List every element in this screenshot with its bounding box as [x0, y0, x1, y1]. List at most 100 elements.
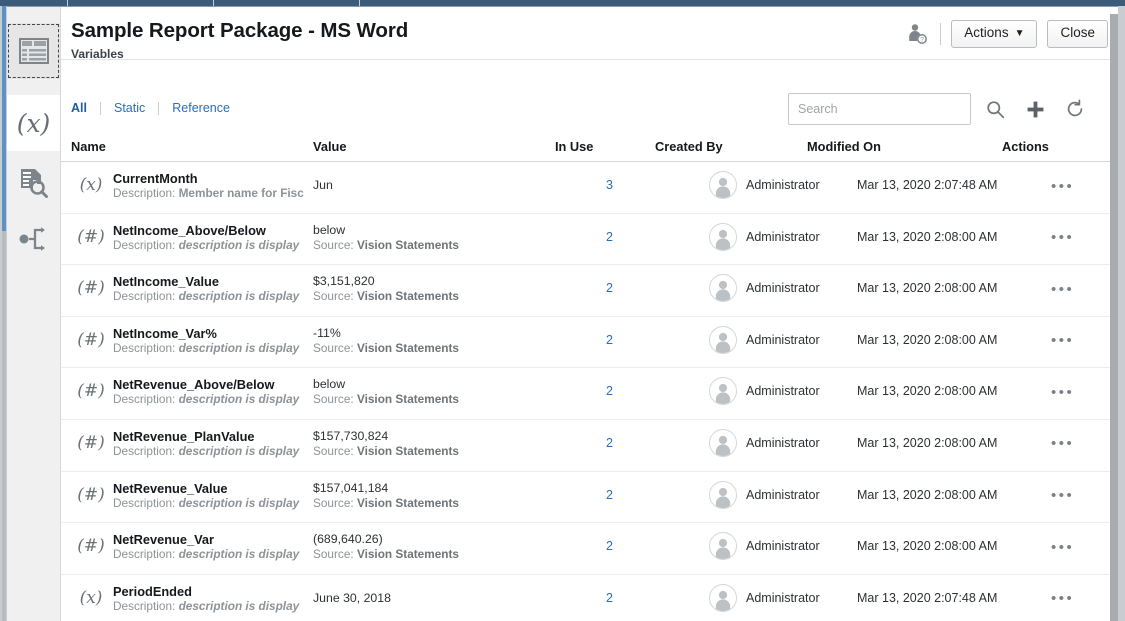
description-value: description is display — [178, 443, 300, 458]
variable-type-filter: All Static Reference — [71, 101, 243, 115]
in-use-count-link[interactable]: 2 — [606, 488, 613, 502]
in-use-count-link[interactable]: 2 — [606, 333, 613, 347]
column-header-name: Name — [71, 139, 106, 154]
description-label: Description: — [113, 547, 176, 562]
variable-source: Source: Vision Statements — [313, 289, 588, 304]
table-row[interactable]: (#) NetIncome_Var% Description: descriptio… — [61, 317, 1110, 369]
row-actions-button[interactable]: ••• — [1051, 176, 1085, 196]
actions-button[interactable]: Actions ▼ — [951, 20, 1038, 48]
column-header-in-use: In Use — [555, 139, 594, 154]
created-by-cell: Administrator — [709, 428, 820, 457]
variable-value: (689,640.26) — [313, 532, 383, 547]
close-button[interactable]: Close — [1047, 20, 1108, 48]
ellipsis-icon: ••• — [1051, 229, 1075, 247]
created-by-cell: Administrator — [709, 377, 820, 406]
created-by-name: Administrator — [746, 539, 820, 554]
variable-type-icon: (#) — [77, 432, 105, 453]
variable-name-cell: PeriodEnded Description: description is d… — [113, 584, 323, 614]
description-label: Description: — [113, 340, 176, 355]
table-row[interactable]: (#) NetRevenue_Above/Below Description: de… — [61, 368, 1110, 420]
filter-reference[interactable]: Reference — [159, 101, 243, 115]
row-actions-button[interactable]: ••• — [1051, 537, 1085, 557]
modified-on-value: Mar 13, 2020 2:07:48 AM — [857, 590, 998, 605]
column-header-created-by: Created By — [655, 139, 723, 154]
chevron-down-icon: ▼ — [1014, 28, 1025, 39]
variable-name-cell: NetIncome_Var% Description: description i… — [113, 326, 323, 356]
row-actions-button[interactable]: ••• — [1051, 382, 1085, 402]
refresh-icon[interactable] — [1059, 93, 1091, 125]
description-label: Description: — [113, 495, 176, 510]
sidebar-item-workflow[interactable] — [7, 211, 60, 267]
add-icon[interactable] — [1019, 93, 1051, 125]
table-row[interactable]: (x) PeriodEnded Description: description i… — [61, 575, 1110, 621]
table-row[interactable]: (#) NetRevenue_Var Description: descriptio… — [61, 523, 1110, 575]
created-by-name: Administrator — [746, 590, 820, 605]
variable-name-cell: NetRevenue_Above/Below Description: descr… — [113, 377, 323, 407]
variable-type-icon: (#) — [77, 329, 105, 350]
table-row[interactable]: (#) NetRevenue_PlanValue Description: desc… — [61, 420, 1110, 472]
variable-name-cell: NetIncome_Value Description: description … — [113, 274, 323, 304]
in-use-count-link[interactable]: 2 — [606, 591, 613, 605]
in-use-count-link[interactable]: 2 — [606, 384, 613, 398]
source-label: Source: — [313, 237, 354, 252]
created-by-name: Administrator — [746, 487, 820, 502]
variable-value-cell: below Source: Vision Statements — [309, 377, 588, 408]
in-use-count-link[interactable]: 2 — [606, 281, 613, 295]
variable-value: $3,151,820 — [313, 274, 375, 289]
variable-description: Description: description is display — [113, 289, 323, 304]
in-use-count-link[interactable]: 2 — [606, 539, 613, 553]
row-actions-button[interactable]: ••• — [1051, 589, 1085, 609]
created-by-name: Administrator — [746, 178, 820, 192]
modified-on-value: Mar 13, 2020 2:08:00 AM — [857, 229, 998, 244]
sidebar-item-variables[interactable]: (𝑥) — [7, 95, 60, 151]
table-header-row: Name Value In Use Created By Modified On… — [61, 133, 1110, 162]
row-actions-button[interactable]: ••• — [1051, 331, 1085, 351]
variable-name-cell: NetRevenue_PlanValue Description: descrip… — [113, 429, 323, 459]
table-row[interactable]: (x) CurrentMonth Description: Member name … — [61, 162, 1110, 214]
description-value: description is display — [178, 547, 300, 562]
created-by-cell: Administrator — [709, 222, 820, 251]
row-actions-button[interactable]: ••• — [1051, 486, 1085, 506]
in-use-count-link[interactable]: 3 — [606, 178, 613, 192]
modified-on-value: Mar 13, 2020 2:07:48 AM — [857, 178, 998, 192]
filter-static[interactable]: Static — [101, 101, 158, 115]
created-by-cell: Administrator — [709, 171, 820, 199]
table-row[interactable]: (#) NetIncome_Value Description: descripti… — [61, 265, 1110, 317]
table-row[interactable]: (#) NetIncome_Above/Below Description: des… — [61, 214, 1110, 266]
variable-name: CurrentMonth — [113, 171, 198, 186]
variable-name: NetIncome_Above/Below — [113, 222, 266, 238]
row-actions-button[interactable]: ••• — [1051, 228, 1085, 248]
ellipsis-icon: ••• — [1051, 435, 1075, 453]
column-header-actions: Actions — [1002, 139, 1049, 154]
user-permissions-icon[interactable]: ? — [904, 21, 930, 47]
variable-type-icon: (x) — [79, 587, 103, 608]
column-header-modified-on: Modified On — [807, 139, 881, 154]
avatar — [709, 480, 737, 509]
sidebar-item-report-center[interactable] — [7, 23, 60, 79]
sidebar-item-review-document[interactable] — [7, 155, 60, 211]
in-use-count-link[interactable]: 2 — [606, 436, 613, 450]
table-row[interactable]: (#) NetRevenue_Value Description: descript… — [61, 472, 1110, 524]
variable-description: Description: description is display — [113, 392, 323, 407]
description-label: Description: — [113, 237, 176, 252]
vertical-scrollbar[interactable] — [1110, 14, 1118, 621]
source-value: Vision Statements — [356, 547, 459, 562]
variable-type-icon: (#) — [77, 484, 105, 505]
search-cluster — [788, 93, 1091, 125]
created-by-name: Administrator — [746, 384, 820, 399]
content-pane: Sample Report Package - MS Word Variable… — [61, 7, 1118, 621]
variable-description: Description: description is display — [113, 444, 323, 459]
row-actions-button[interactable]: ••• — [1051, 434, 1085, 454]
row-actions-button[interactable]: ••• — [1051, 279, 1085, 299]
avatar — [709, 274, 737, 303]
actions-button-label: Actions — [964, 25, 1009, 40]
avatar — [709, 583, 737, 612]
filter-all[interactable]: All — [71, 101, 100, 115]
search-input[interactable] — [788, 93, 971, 125]
search-icon[interactable] — [979, 93, 1011, 125]
description-label: Description: — [113, 598, 176, 613]
variable-type-icon: (#) — [77, 381, 105, 402]
page-title: Sample Report Package - MS Word — [71, 19, 409, 42]
in-use-count-link[interactable]: 2 — [606, 230, 613, 244]
source-value: Vision Statements — [356, 289, 459, 304]
